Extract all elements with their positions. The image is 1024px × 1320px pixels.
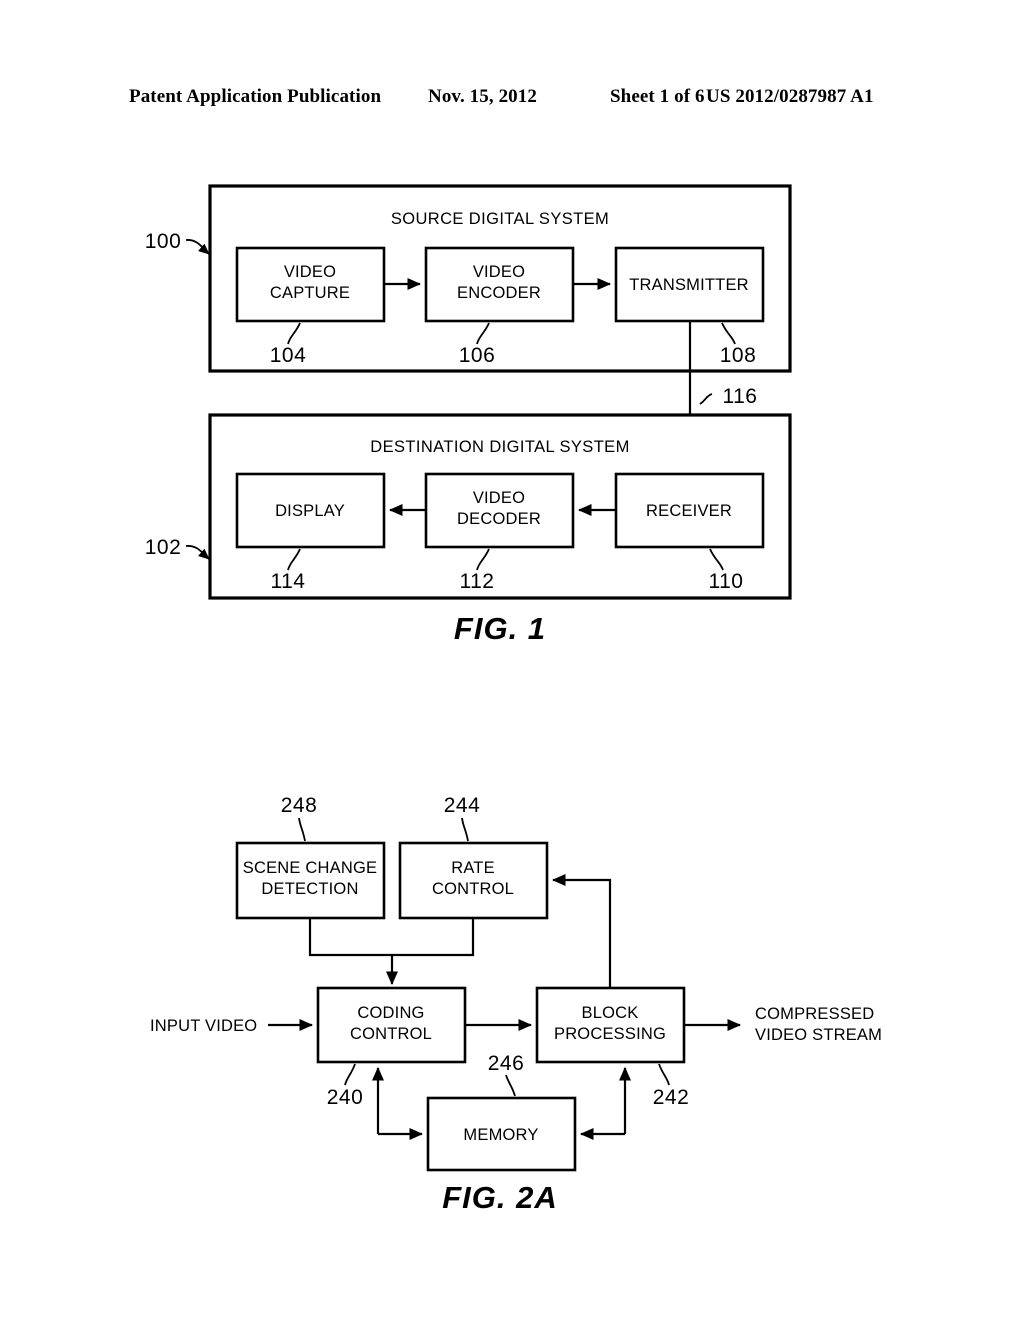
ref-number-116: 116: [723, 385, 758, 408]
ref-244-leader: [461, 817, 469, 842]
coding-control-label-line1: CODING: [357, 1004, 424, 1022]
ref-248-leader: [298, 817, 306, 842]
figure-2a: SCENE CHANGE DETECTION 248 RATE CONTROL …: [150, 794, 882, 1215]
ref-number-244: 244: [444, 794, 481, 817]
source-digital-system-group: SOURCE DIGITAL SYSTEM 100 VIDEO CAPTURE …: [145, 184, 792, 373]
ref-number-100: 100: [145, 230, 182, 253]
memory-label-line1: MEMORY: [463, 1126, 538, 1144]
ref-number-240: 240: [327, 1086, 364, 1109]
patent-drawing-sheet: SOURCE DIGITAL SYSTEM 100 VIDEO CAPTURE …: [145, 184, 882, 1215]
ref-number-102: 102: [145, 536, 182, 559]
ref-number-112: 112: [460, 570, 495, 593]
coding-control-label-line2: CONTROL: [350, 1025, 432, 1043]
display-label-line1: DISPLAY: [275, 502, 345, 520]
ref-number-110: 110: [709, 570, 744, 593]
ref-102-leader: [185, 545, 210, 560]
ref-number-242: 242: [653, 1086, 690, 1109]
destination-digital-system-group: DESTINATION DIGITAL SYSTEM 102 DISPLAY 1…: [145, 413, 792, 600]
ref-number-106: 106: [459, 344, 496, 367]
compressed-video-stream-label-line1: COMPRESSED: [755, 1005, 874, 1023]
scene-change-detection-label-line1: SCENE CHANGE: [243, 859, 377, 877]
video-decoder-label-line2: DECODER: [457, 510, 541, 528]
figure-1-caption: FIG. 1: [454, 611, 546, 646]
rate-control-label-line1: RATE: [451, 859, 495, 877]
video-encoder-label-line1: VIDEO: [473, 263, 525, 281]
ref-100-leader: [185, 239, 210, 255]
ref-number-108: 108: [720, 344, 757, 367]
ref-number-114: 114: [271, 570, 306, 593]
ref-242-leader: [658, 1063, 670, 1086]
figure-1: SOURCE DIGITAL SYSTEM 100 VIDEO CAPTURE …: [145, 184, 792, 646]
video-encoder-label-line2: ENCODER: [457, 284, 541, 302]
ref-240-leader: [344, 1063, 356, 1086]
patent-page: Patent Application Publication Nov. 15, …: [0, 0, 1024, 1320]
ref-number-104: 104: [270, 344, 307, 367]
scene-change-detection-label-line2: DETECTION: [261, 880, 358, 898]
ref-246-leader: [505, 1074, 516, 1097]
transmitter-label-line1: TRANSMITTER: [629, 276, 749, 294]
ref-number-246: 246: [488, 1052, 525, 1075]
compressed-video-stream-label-line2: VIDEO STREAM: [755, 1026, 882, 1044]
block-processing-label-line2: PROCESSING: [554, 1025, 666, 1043]
destination-digital-system-title: DESTINATION DIGITAL SYSTEM: [370, 438, 629, 456]
video-capture-label-line1: VIDEO: [284, 263, 336, 281]
block-processing-label-line1: BLOCK: [582, 1004, 639, 1022]
feedback-block-processing-to-rate-control: [551, 873, 612, 988]
ref-number-248: 248: [281, 794, 318, 817]
receiver-label-line1: RECEIVER: [646, 502, 732, 520]
source-digital-system-title: SOURCE DIGITAL SYSTEM: [391, 210, 609, 228]
video-capture-label-line2: CAPTURE: [270, 284, 350, 302]
rate-control-label-line2: CONTROL: [432, 880, 514, 898]
video-decoder-label-line1: VIDEO: [473, 489, 525, 507]
input-video-label: INPUT VIDEO: [150, 1017, 257, 1035]
figure-2a-caption: FIG. 2A: [442, 1180, 558, 1215]
ref-116-leader: [699, 393, 713, 405]
merge-bus-scene-rate: [308, 918, 475, 957]
